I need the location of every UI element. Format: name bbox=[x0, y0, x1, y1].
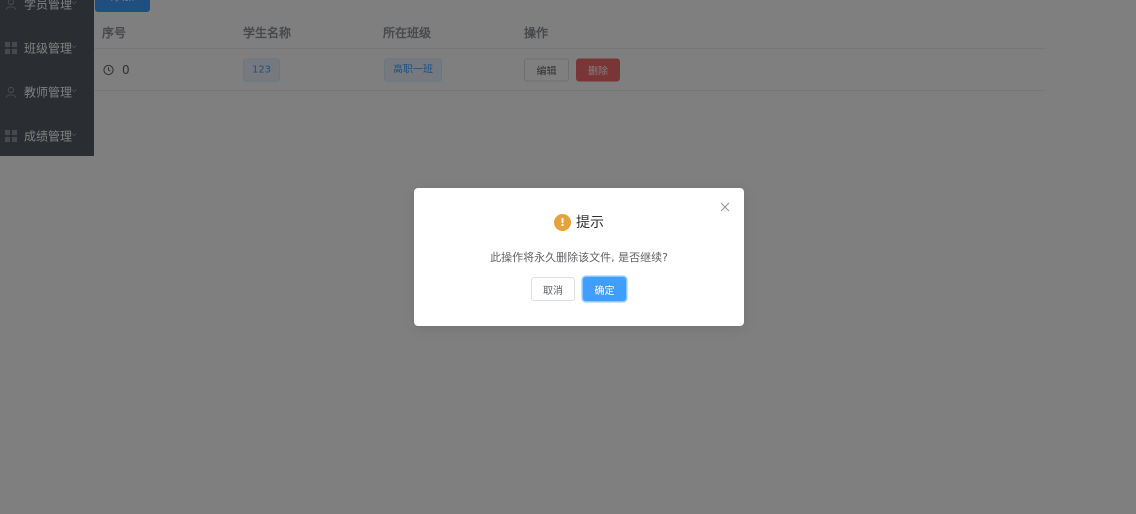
confirm-dialog: ! 提示 此操作将永久删除该文件, 是否继续? 取消 确定 bbox=[414, 188, 744, 326]
close-icon[interactable] bbox=[720, 202, 730, 212]
dialog-title: 提示 bbox=[576, 215, 604, 231]
warning-icon: ! bbox=[554, 213, 571, 231]
confirm-button[interactable]: 确定 bbox=[583, 277, 626, 301]
dialog-message: 此操作将永久删除该文件, 是否继续? bbox=[490, 251, 668, 264]
cancel-button[interactable]: 取消 bbox=[531, 277, 575, 301]
dialog-header: ! 提示 bbox=[414, 212, 744, 232]
